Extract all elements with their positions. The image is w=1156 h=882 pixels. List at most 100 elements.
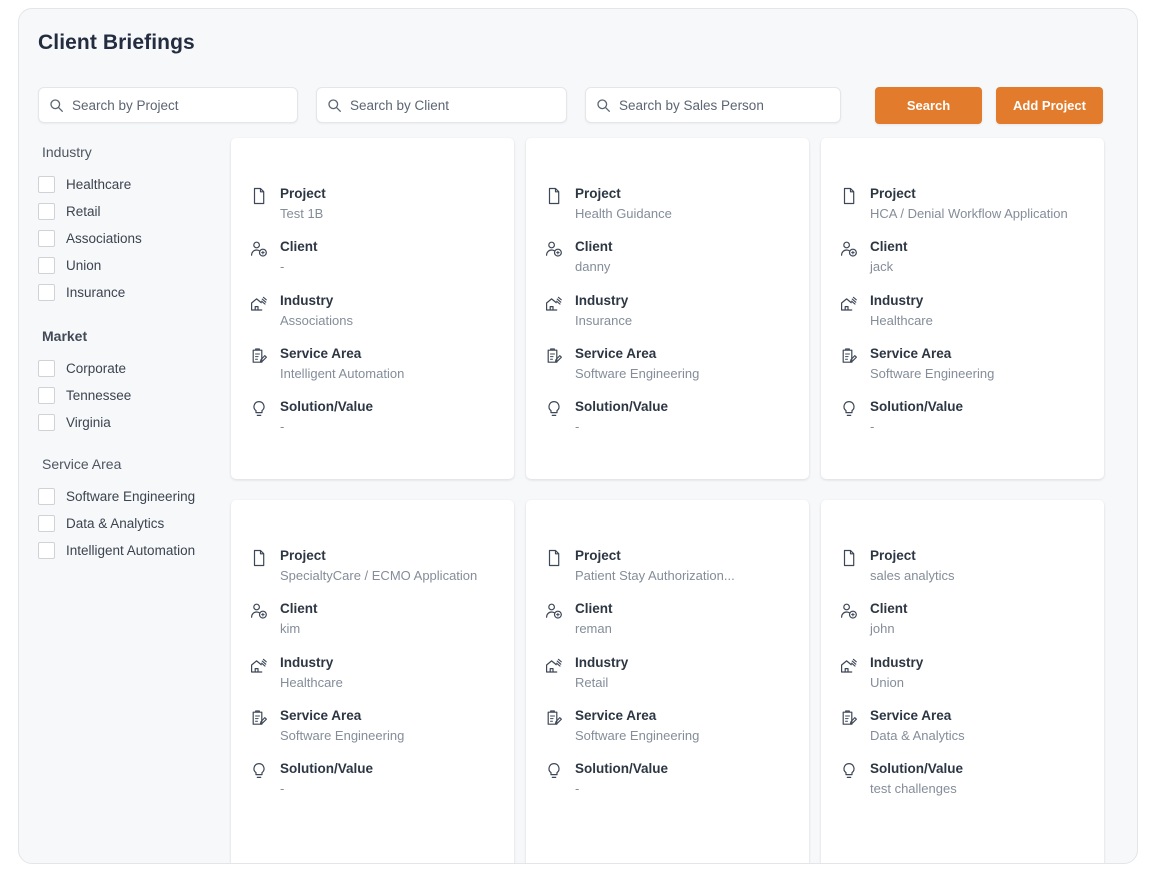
filter-group-market: Market Corporate Tennessee Virginia — [38, 328, 228, 436]
filter-option-retail[interactable]: Retail — [38, 198, 228, 225]
search-client-input[interactable] — [350, 97, 556, 113]
document-icon — [249, 548, 269, 568]
card-field-value: test challenges — [870, 781, 957, 796]
lightbulb-icon — [249, 399, 269, 419]
filter-option-union[interactable]: Union — [38, 252, 228, 279]
briefing-card[interactable]: Project SpecialtyCare / ECMO Application… — [231, 500, 514, 863]
filter-option-healthcare[interactable]: Healthcare — [38, 171, 228, 198]
card-field-value: SpecialtyCare / ECMO Application — [280, 568, 478, 583]
card-field-service-area: Service Area Software Engineering — [526, 707, 809, 745]
filter-option-corporate[interactable]: Corporate — [38, 355, 228, 382]
person-badge-icon — [839, 239, 859, 259]
card-field-value: - — [870, 419, 875, 434]
factory-icon — [839, 655, 859, 675]
card-field-solution-value: Solution/Value - — [821, 398, 1104, 436]
card-field-value: Software Engineering — [575, 728, 700, 743]
card-field-client: Client danny — [526, 238, 809, 276]
checkbox-icon[interactable] — [38, 257, 55, 274]
filter-option-label: Tennessee — [66, 388, 132, 403]
filter-option-associations[interactable]: Associations — [38, 225, 228, 252]
clipboard-icon — [839, 708, 859, 728]
briefing-card[interactable]: Project Health Guidance Client danny Ind… — [526, 138, 809, 479]
card-field-label: Client — [575, 601, 613, 616]
card-field-label: Solution/Value — [870, 761, 964, 776]
card-field-label: Project — [870, 548, 916, 563]
card-field-label: Solution/Value — [870, 399, 964, 414]
card-field-value: Data & Analytics — [870, 728, 965, 743]
checkbox-icon[interactable] — [38, 414, 55, 431]
checkbox-icon[interactable] — [38, 542, 55, 559]
briefing-card[interactable]: Project Patient Stay Authorization... Cl… — [526, 500, 809, 863]
card-field-solution-value: Solution/Value - — [526, 398, 809, 436]
checkbox-icon[interactable] — [38, 284, 55, 301]
briefing-card[interactable]: Project Test 1B Client - Industry Associ… — [231, 138, 514, 479]
checkbox-icon[interactable] — [38, 230, 55, 247]
card-field-industry: Industry Associations — [231, 292, 514, 330]
filter-option-intelligent-automation[interactable]: Intelligent Automation — [38, 537, 228, 564]
factory-icon — [249, 655, 269, 675]
card-field-label: Client — [870, 601, 908, 616]
checkbox-icon[interactable] — [38, 488, 55, 505]
filter-option-data-analytics[interactable]: Data & Analytics — [38, 510, 228, 537]
filter-group-title: Market — [42, 328, 88, 344]
search-project-input[interactable] — [72, 97, 287, 113]
lightbulb-icon — [249, 761, 269, 781]
checkbox-icon[interactable] — [38, 360, 55, 377]
filter-option-label: Retail — [66, 204, 101, 219]
card-field-value: Test 1B — [280, 206, 324, 221]
card-field-industry: Industry Healthcare — [231, 654, 514, 692]
document-icon — [839, 186, 859, 206]
page-container: Client Briefings Search by Project Searc… — [18, 8, 1138, 864]
card-field-label: Industry — [870, 655, 924, 670]
checkbox-icon[interactable] — [38, 387, 55, 404]
briefing-card[interactable]: Project sales analytics Client john Indu… — [821, 500, 1104, 863]
search-project-box[interactable] — [38, 87, 298, 123]
card-field-value: - — [280, 781, 285, 796]
checkbox-icon[interactable] — [38, 176, 55, 193]
card-field-client: Client john — [821, 600, 1104, 638]
card-field-client: Client reman — [526, 600, 809, 638]
clipboard-icon — [839, 346, 859, 366]
search-sales-person-box[interactable] — [585, 87, 841, 123]
clipboard-icon — [544, 708, 564, 728]
card-field-solution-value: Solution/Value - — [231, 760, 514, 798]
card-field-label: Solution/Value — [280, 399, 374, 414]
card-field-service-area: Service Area Data & Analytics — [821, 707, 1104, 745]
search-button[interactable]: Search — [875, 87, 982, 124]
filter-option-software-engineering[interactable]: Software Engineering — [38, 483, 228, 510]
card-field-project: Project sales analytics — [821, 547, 1104, 585]
person-badge-icon — [544, 601, 564, 621]
filter-group-title: Service Area — [42, 456, 122, 472]
card-field-label: Project — [575, 548, 621, 563]
filter-option-label: Corporate — [66, 361, 127, 376]
card-field-label: Service Area — [870, 708, 952, 723]
card-field-label: Client — [575, 239, 613, 254]
checkbox-icon[interactable] — [38, 203, 55, 220]
filter-option-virginia[interactable]: Virginia — [38, 409, 228, 436]
card-field-solution-value: Solution/Value test challenges — [821, 760, 1104, 798]
card-field-service-area: Service Area Intelligent Automation — [231, 345, 514, 383]
card-field-client: Client jack — [821, 238, 1104, 276]
filter-option-tennessee[interactable]: Tennessee — [38, 382, 228, 409]
card-field-value: reman — [575, 621, 612, 636]
card-field-value: - — [280, 419, 285, 434]
card-field-industry: Industry Insurance — [526, 292, 809, 330]
person-badge-icon — [249, 601, 269, 621]
card-field-label: Solution/Value — [575, 399, 669, 414]
card-field-project: Project Patient Stay Authorization... — [526, 547, 809, 585]
card-field-label: Solution/Value — [280, 761, 374, 776]
search-client-box[interactable] — [316, 87, 567, 123]
filter-option-insurance[interactable]: Insurance — [38, 279, 228, 306]
card-field-value: HCA / Denial Workflow Application — [870, 206, 1068, 221]
card-field-solution-value: Solution/Value - — [231, 398, 514, 436]
briefing-card[interactable]: Project HCA / Denial Workflow Applicatio… — [821, 138, 1104, 479]
add-project-button[interactable]: Add Project — [996, 87, 1103, 124]
card-field-label: Service Area — [280, 346, 362, 361]
filter-option-label: Union — [66, 258, 102, 273]
checkbox-icon[interactable] — [38, 515, 55, 532]
person-badge-icon — [544, 239, 564, 259]
card-field-solution-value: Solution/Value - — [526, 760, 809, 798]
search-sales-person-input[interactable] — [619, 97, 830, 113]
card-field-value: Retail — [575, 675, 609, 690]
card-field-value: sales analytics — [870, 568, 955, 583]
